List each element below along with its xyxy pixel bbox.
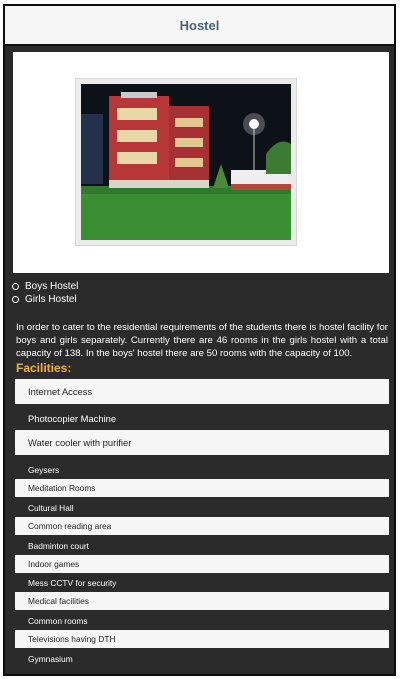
list-item: Girls Hostel — [12, 293, 78, 306]
facility-item: Geysers — [28, 464, 60, 475]
facility-item: Mess CCTV for security — [28, 577, 117, 588]
hostel-photo — [75, 78, 297, 246]
facility-item: Internet Access — [15, 379, 389, 404]
facility-item: Medical facilities — [15, 592, 389, 610]
hostel-building-image — [81, 84, 291, 240]
hostel-description: In order to cater to the residential req… — [16, 322, 388, 359]
list-item: Boys Hostel — [12, 280, 78, 293]
facility-item: Photocopier Machine — [28, 412, 117, 424]
hostel-item-label: Boys Hostel — [25, 281, 79, 292]
facility-item: Indoor games — [15, 555, 389, 573]
hostel-item-label: Girls Hostel — [25, 294, 77, 305]
facility-item: Cultural Hall — [28, 502, 74, 513]
hostel-list: Boys Hostel Girls Hostel — [12, 280, 78, 306]
circle-bullet-icon — [12, 283, 19, 290]
circle-bullet-icon — [12, 296, 19, 303]
facility-item: Common rooms — [28, 615, 88, 626]
facility-item: Badminton court — [28, 540, 89, 551]
photo-panel — [13, 52, 389, 273]
facility-item: Meditation Rooms — [15, 479, 389, 497]
facility-item: Televisions having DTH — [15, 630, 389, 648]
hostel-page: Hostel Boys Hostel Girls Hostel In order… — [3, 4, 396, 676]
facility-item: Common reading area — [15, 517, 389, 535]
page-header: Hostel — [5, 6, 394, 46]
facilities-heading: Facilities: — [16, 361, 72, 375]
facility-item: Water cooler with purifier — [15, 430, 389, 455]
page-title: Hostel — [179, 17, 220, 33]
facility-item: Gymnasium — [28, 653, 73, 664]
